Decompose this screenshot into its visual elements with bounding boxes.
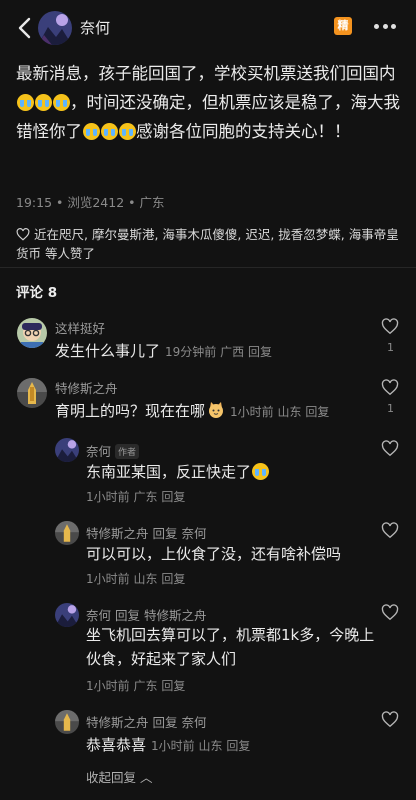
divider xyxy=(0,267,416,268)
reply-location: 山东 xyxy=(198,739,223,753)
reply-meta: 1小时前 山东 回复 xyxy=(86,570,185,587)
reply-body: 恭喜恭喜 xyxy=(86,736,147,754)
liked-by[interactable]: 近在咫尺, 摩尔曼斯港, 海事木瓜傻傻, 迟迟, 拢香忽梦蝶, 海事帝皇货币 等… xyxy=(16,225,406,263)
reply-location: 广东 xyxy=(133,679,158,693)
view-count: 浏览2412 xyxy=(67,195,125,210)
reply-time: 1小时前 xyxy=(86,679,130,693)
comment-meta: 19分钟前 广西 回复 xyxy=(165,345,272,359)
reply-text: 恭喜恭喜 1小时前 山东 回复 xyxy=(86,734,250,755)
crying-emoji xyxy=(251,463,269,480)
like-icon[interactable] xyxy=(381,604,399,621)
commenter-avatar[interactable] xyxy=(17,378,47,408)
reply-text: 东南亚某国，反正快走了 xyxy=(86,461,269,482)
author-avatar[interactable] xyxy=(38,11,72,45)
reply-button[interactable]: 回复 xyxy=(161,679,185,693)
heart-outline-icon xyxy=(16,228,30,241)
liked-by-suffix: 等人赞了 xyxy=(45,246,96,261)
reply-avatar[interactable] xyxy=(55,521,79,545)
reply-avatar[interactable] xyxy=(55,603,79,627)
reply-author[interactable]: 特修斯之舟 回复 奈何 xyxy=(86,712,207,731)
commenter-name[interactable]: 特修斯之舟 xyxy=(55,378,118,397)
post-location: 广东 xyxy=(139,195,165,210)
reply-meta: 1小时前 山东 回复 xyxy=(151,739,250,753)
reply-author-name: 特修斯之舟 xyxy=(86,526,149,541)
like-icon[interactable] xyxy=(381,522,399,539)
comment-time: 19分钟前 xyxy=(165,345,217,359)
comment-body: 育明上的吗？现在在哪 xyxy=(55,402,206,420)
reply-to-label: 回复 xyxy=(152,526,178,541)
featured-icon[interactable]: 精 xyxy=(334,17,352,35)
reply-target[interactable]: 奈何 xyxy=(182,526,207,541)
crying-emoji xyxy=(52,94,70,111)
author-badge: 作者 xyxy=(115,444,140,459)
post-meta: 19:15 • 浏览2412 • 广东 xyxy=(16,195,165,210)
more-options-icon[interactable] xyxy=(372,13,398,39)
comment-text: 育明上的吗？现在在哪 1小时前 山东 回复 xyxy=(55,400,329,421)
crying-emoji xyxy=(82,123,100,140)
comment-body: 发生什么事儿了 xyxy=(55,342,161,360)
reply-avatar[interactable] xyxy=(55,438,79,462)
like-icon[interactable] xyxy=(381,318,399,335)
comment-location: 山东 xyxy=(277,405,302,419)
cat-sticker-icon xyxy=(207,401,225,419)
reply-author-name: 奈何 xyxy=(86,444,112,459)
crying-emoji xyxy=(118,123,136,140)
reply-text: 坐飞机回去算可以了，机票都1k多，今晚上伙食，好起来了家人们 xyxy=(86,626,375,668)
crying-emoji xyxy=(100,123,118,140)
reply-time: 1小时前 xyxy=(86,572,130,586)
reply-location: 山东 xyxy=(133,572,158,586)
post-content: 最新消息，孩子能回国了，学校买机票送我们回国内，时间还没确定，但机票应该是稳了，… xyxy=(16,59,400,146)
reply-time: 1小时前 xyxy=(86,490,130,504)
collapse-replies-button[interactable]: 收起回复 ︿ xyxy=(86,767,152,786)
reply-target[interactable]: 特修斯之舟 xyxy=(144,608,207,623)
reply-body: 东南亚某国，反正快走了 xyxy=(86,463,252,481)
reply-target[interactable]: 奈何 xyxy=(182,715,207,730)
reply-author-name: 奈何 xyxy=(86,608,112,623)
top-bar: 奈何 精 xyxy=(0,0,416,56)
reply-author[interactable]: 奈何 回复 特修斯之舟 xyxy=(86,605,207,624)
reply-meta: 1小时前 广东 回复 xyxy=(86,677,185,694)
back-arrow-icon[interactable] xyxy=(12,14,38,42)
commenter-avatar[interactable] xyxy=(17,318,47,348)
reply-text: 可以可以，上伙食了没，还有啥补偿吗 xyxy=(86,545,342,563)
comment-meta: 1小时前 山东 回复 xyxy=(230,405,329,419)
reply-button[interactable]: 回复 xyxy=(226,739,250,753)
reply-author-name: 特修斯之舟 xyxy=(86,715,149,730)
reply-author[interactable]: 特修斯之舟 回复 奈何 xyxy=(86,523,207,542)
reply-location: 广东 xyxy=(133,490,158,504)
reply-meta: 1小时前 广东 回复 xyxy=(86,488,185,505)
comment-time: 1小时前 xyxy=(230,405,274,419)
reply-to-label: 回复 xyxy=(115,608,141,623)
comments-title: 评论 8 xyxy=(16,285,58,301)
reply-button[interactable]: 回复 xyxy=(305,405,329,419)
commenter-name[interactable]: 这样挺好 xyxy=(55,318,105,337)
comment-text: 发生什么事儿了 19分钟前 广西 回复 xyxy=(55,340,272,361)
reply-button[interactable]: 回复 xyxy=(248,345,272,359)
author-name[interactable]: 奈何 xyxy=(80,17,110,38)
like-count: 1 xyxy=(387,402,394,415)
post-text-part: 最新消息，孩子能回国了，学校买机票送我们回国内 xyxy=(16,64,396,83)
reply-avatar[interactable] xyxy=(55,710,79,734)
reply-to-label: 回复 xyxy=(152,715,178,730)
crying-emoji xyxy=(34,94,52,111)
post-text-part: 感谢各位同胞的支持关心！！ xyxy=(136,122,351,141)
crying-emoji xyxy=(16,94,34,111)
reply-button[interactable]: 回复 xyxy=(161,572,185,586)
comment-location: 广西 xyxy=(220,345,245,359)
reply-time: 1小时前 xyxy=(151,739,195,753)
like-icon[interactable] xyxy=(381,440,399,457)
post-time: 19:15 xyxy=(16,195,53,210)
like-icon[interactable] xyxy=(381,379,399,396)
like-count: 1 xyxy=(387,341,394,354)
like-icon[interactable] xyxy=(381,711,399,728)
reply-author[interactable]: 奈何 作者 xyxy=(86,441,140,460)
reply-button[interactable]: 回复 xyxy=(161,490,185,504)
